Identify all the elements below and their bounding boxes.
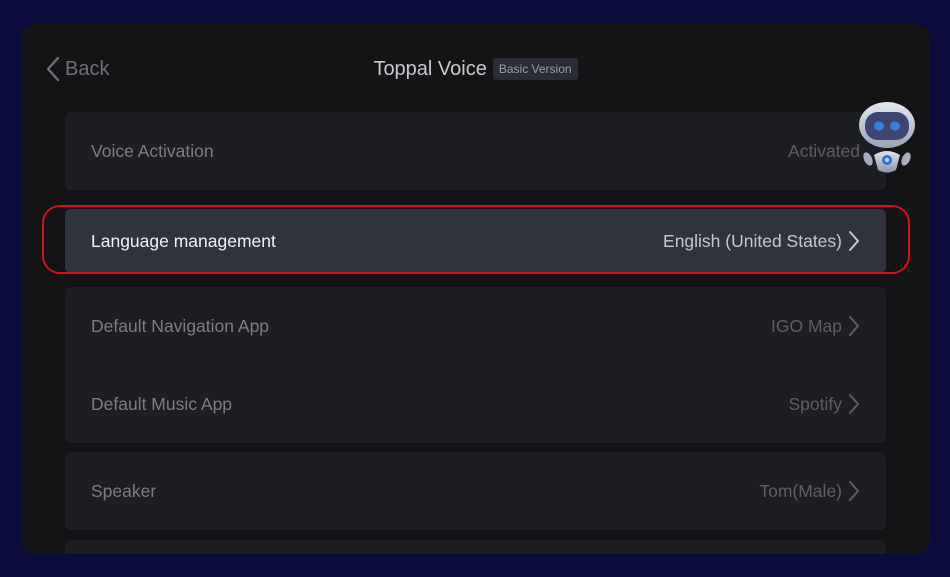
speaker-row[interactable]: Speaker Tom(Male) (65, 452, 886, 530)
default-navigation-row[interactable]: Default Navigation App IGO Map (65, 287, 886, 365)
navigation-app-value: IGO Map (771, 315, 842, 336)
language-management-label: Language management (91, 230, 276, 251)
chevron-right-icon (849, 316, 859, 336)
chevron-right-icon (849, 231, 859, 251)
music-app-value: Spotify (788, 393, 843, 414)
speaker-label: Speaker (91, 480, 157, 501)
robot-icon[interactable] (855, 100, 919, 180)
page-title: Toppal Voice (373, 57, 487, 80)
default-music-label: Default Music App (91, 393, 233, 414)
voice-activation-row[interactable]: Voice Activation Activated (65, 112, 886, 190)
voice-activation-value: Activated (788, 140, 860, 161)
version-badge: Basic Version (492, 58, 578, 80)
chevron-right-icon (849, 394, 859, 414)
default-apps-card: Default Navigation App IGO Map Default M… (65, 287, 886, 443)
default-music-row[interactable]: Default Music App Spotify (65, 365, 886, 443)
speaker-card: Speaker Tom(Male) (65, 452, 886, 530)
language-card: Language management English (United Stat… (65, 209, 886, 273)
header: Toppal Voice Basic Version (21, 54, 930, 84)
language-management-row[interactable]: Language management English (United Stat… (65, 209, 886, 273)
next-setting-card (65, 540, 886, 554)
app-screen: Back Toppal Voice Basic Version Voice Ac… (21, 24, 930, 554)
voice-activation-label: Voice Activation (91, 140, 214, 161)
speaker-value: Tom(Male) (759, 480, 842, 501)
default-navigation-label: Default Navigation App (91, 315, 270, 336)
voice-activation-card: Voice Activation Activated (65, 112, 886, 190)
chevron-right-icon (849, 481, 859, 501)
language-value: English (United States) (663, 230, 842, 251)
